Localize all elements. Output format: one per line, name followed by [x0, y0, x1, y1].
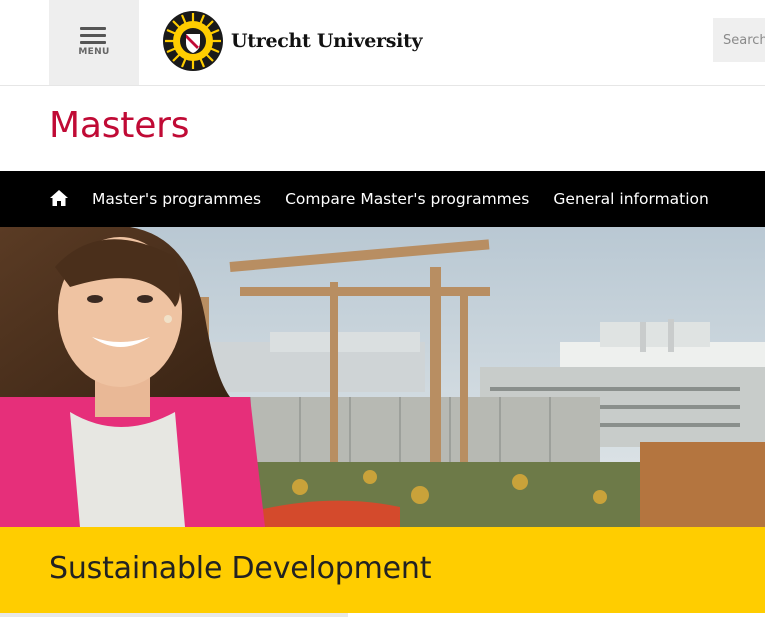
home-icon[interactable] — [50, 190, 68, 206]
logo-text: Utrecht University — [231, 30, 423, 52]
nav-item-masters-programmes[interactable]: Master's programmes — [92, 190, 261, 208]
top-header: MENU Utrecht University — [0, 0, 765, 86]
search-input[interactable] — [713, 18, 765, 62]
hamburger-icon — [80, 27, 106, 44]
hero-photo — [0, 227, 765, 527]
university-seal-icon — [163, 11, 223, 71]
menu-button[interactable]: MENU — [49, 0, 139, 85]
nav-item-general-information[interactable]: General information — [553, 190, 708, 208]
main-nav: Master's programmes Compare Master's pro… — [0, 171, 765, 227]
page-title: Masters — [49, 105, 190, 146]
hero-image — [0, 227, 765, 527]
programme-banner: Sustainable Development — [0, 527, 765, 613]
divider — [0, 613, 348, 617]
menu-label: MENU — [78, 47, 110, 57]
university-logo[interactable]: Utrecht University — [162, 10, 423, 72]
programme-title: Sustainable Development — [49, 551, 432, 586]
nav-item-compare-programmes[interactable]: Compare Master's programmes — [285, 190, 529, 208]
